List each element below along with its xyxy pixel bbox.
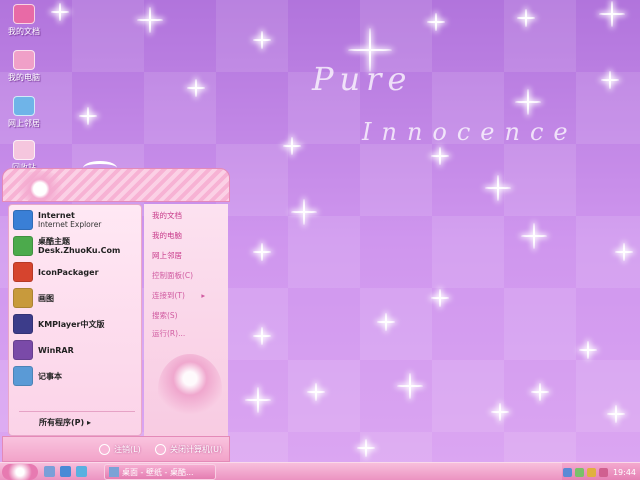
taskbar-window-label: 桌面 - 壁纸 - 桌酷...	[122, 467, 194, 477]
program-name: 记事本	[38, 371, 62, 381]
security-tray-icon[interactable]	[574, 467, 584, 477]
logoff-button[interactable]: 注销(L)	[99, 444, 141, 455]
start-menu: Internet Internet Explorer 桌酷主题 Desk.Zhu…	[2, 161, 230, 462]
place-run[interactable]: 运行(R)...	[152, 328, 185, 339]
desktop-icon-network[interactable]: 网上邻居	[4, 96, 44, 129]
program-notepad[interactable]: 记事本	[13, 363, 141, 389]
lotus-decoration-icon	[158, 354, 222, 424]
volume-tray-icon[interactable]	[586, 467, 596, 477]
desktop-icon-my-documents[interactable]: 我的文档	[4, 4, 44, 37]
desktop-icon-label: 我的文档	[8, 27, 40, 36]
my-documents-icon	[13, 4, 35, 24]
place-connect-to[interactable]: 连接到(T) ▸	[152, 290, 205, 301]
network-tray-icon[interactable]	[562, 467, 572, 477]
clock[interactable]: 19:44	[613, 468, 636, 477]
power-icon	[155, 444, 166, 455]
place-control-panel[interactable]: 控制面板(C)	[152, 270, 193, 281]
iconpackager-icon	[13, 262, 33, 282]
places-panel: 我的文档 我的电脑 网上邻居 控制面板(C) 连接到(T) ▸ 搜索(S) 运行…	[144, 204, 228, 436]
program-paint[interactable]: 画图	[13, 285, 141, 311]
program-name: WinRAR	[38, 345, 74, 355]
zhuoku-theme-icon	[13, 236, 33, 256]
network-icon	[13, 96, 35, 116]
notepad-icon	[13, 366, 33, 386]
desktop-icon-label: 我的电脑	[8, 73, 40, 82]
pinned-programs-panel: Internet Internet Explorer 桌酷主题 Desk.Zhu…	[8, 204, 142, 436]
lotus-logo-icon	[13, 171, 67, 201]
start-menu-header	[2, 161, 230, 202]
system-tray: 19:44	[562, 463, 640, 480]
my-computer-icon	[13, 50, 35, 70]
place-my-computer[interactable]: 我的电脑	[152, 230, 182, 241]
desktop-icon-my-computer[interactable]: 我的电脑	[4, 50, 44, 83]
desktop-icon-label: 网上邻居	[8, 119, 40, 128]
taskbar-window-button[interactable]: 桌面 - 壁纸 - 桌酷...	[104, 464, 216, 480]
program-zhuoku-theme[interactable]: 桌酷主题 Desk.ZhuoKu.Com	[13, 233, 141, 259]
program-winrar[interactable]: WinRAR	[13, 337, 141, 363]
start-menu-footer: 注销(L) 关闭计算机(U)	[2, 436, 230, 462]
program-subtitle: Desk.ZhuoKu.Com	[38, 246, 121, 255]
program-subtitle: Internet Explorer	[38, 220, 102, 229]
app-tray-icon[interactable]	[598, 467, 608, 477]
internet-explorer-icon	[13, 210, 33, 230]
program-iconpackager[interactable]: IconPackager	[13, 259, 141, 285]
all-programs-button[interactable]: 所有程序(P) ▸	[39, 417, 91, 428]
recycle-bin-icon	[13, 140, 35, 160]
menu-separator	[19, 411, 135, 412]
program-name: KMPlayer中文版	[38, 319, 105, 329]
shutdown-button[interactable]: 关闭计算机(U)	[155, 444, 222, 455]
submenu-arrow-icon: ▸	[201, 291, 206, 300]
program-internet-explorer[interactable]: Internet Internet Explorer	[13, 207, 141, 233]
shutdown-label: 关闭计算机(U)	[170, 445, 223, 454]
kmplayer-icon	[13, 314, 33, 334]
paint-icon	[13, 288, 33, 308]
connect-to-label: 连接到(T)	[152, 291, 185, 300]
wallpaper-title-innocence: Innocence	[362, 118, 578, 146]
folder-window-icon	[109, 467, 119, 477]
program-name: 画图	[38, 293, 54, 303]
program-name: 桌酷主题	[38, 237, 70, 246]
logoff-label: 注销(L)	[114, 445, 141, 454]
quicklaunch-show-desktop-icon[interactable]	[44, 466, 55, 477]
place-my-documents[interactable]: 我的文档	[152, 210, 182, 221]
logoff-icon	[99, 444, 110, 455]
place-network[interactable]: 网上邻居	[152, 250, 182, 261]
taskbar: 桌面 - 壁纸 - 桌酷... 19:44	[0, 462, 640, 480]
start-button[interactable]	[2, 464, 38, 480]
quicklaunch-media-icon[interactable]	[76, 466, 87, 477]
winrar-icon	[13, 340, 33, 360]
quicklaunch-ie-icon[interactable]	[60, 466, 71, 477]
program-name: Internet	[38, 211, 75, 220]
program-name: IconPackager	[38, 267, 99, 277]
bird-decoration-icon	[83, 161, 117, 175]
place-search[interactable]: 搜索(S)	[152, 310, 178, 321]
wallpaper-title-pure: Pure	[312, 60, 413, 98]
program-kmplayer[interactable]: KMPlayer中文版	[13, 311, 141, 337]
